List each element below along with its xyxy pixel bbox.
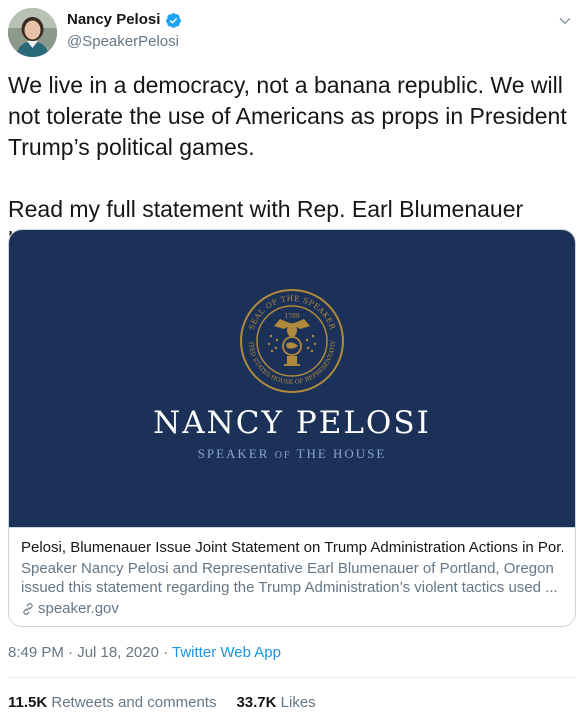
- avatar[interactable]: [8, 8, 57, 57]
- subtitle-part1: SPEAKER: [197, 446, 275, 461]
- chevron-down-icon[interactable]: [556, 12, 574, 30]
- display-name[interactable]: Nancy Pelosi: [67, 11, 160, 29]
- author-info: Nancy Pelosi @SpeakerPelosi: [67, 11, 182, 51]
- link-icon: [23, 602, 33, 615]
- tweet-date[interactable]: Jul 18, 2020: [77, 644, 159, 661]
- tweet: Nancy Pelosi @SpeakerPelosi We live in a…: [0, 0, 584, 719]
- source-app-link[interactable]: Twitter Web App: [172, 644, 281, 661]
- profile-photo-icon: [8, 8, 57, 57]
- meta-separator: ·: [63, 644, 78, 661]
- tweet-meta: 8:49 PM · Jul 18, 2020 · Twitter Web App: [8, 643, 281, 662]
- link-card[interactable]: SEAL OF THE SPEAKER UNITED STATES HOUSE …: [8, 229, 576, 627]
- verified-badge-icon: [166, 12, 182, 28]
- subtitle-part2: THE HOUSE: [291, 446, 387, 461]
- tweet-time[interactable]: 8:49 PM: [8, 644, 64, 661]
- speaker-seal-icon: SEAL OF THE SPEAKER UNITED STATES HOUSE …: [239, 288, 344, 393]
- retweets-count: 11.5K: [8, 694, 48, 711]
- meta-separator-2: ·: [158, 644, 173, 661]
- card-domain: speaker.gov: [21, 599, 563, 618]
- divider: [8, 677, 576, 678]
- subtitle-of: OF: [274, 450, 292, 461]
- card-image-name: NANCY PELOSI: [153, 405, 431, 441]
- card-image: SEAL OF THE SPEAKER UNITED STATES HOUSE …: [9, 230, 575, 527]
- likes-count: 33.7K: [236, 694, 277, 711]
- retweets-stat[interactable]: 11.5K Retweets and comments: [8, 693, 216, 712]
- card-description: Speaker Nancy Pelosi and Representative …: [21, 560, 558, 596]
- card-body: Pelosi, Blumenauer Issue Joint Statement…: [9, 527, 575, 626]
- card-image-subtitle: SPEAKER OF THE HOUSE: [9, 446, 575, 462]
- handle[interactable]: @SpeakerPelosi: [67, 32, 182, 51]
- likes-stat[interactable]: 33.7K Likes: [236, 693, 315, 712]
- tweet-header: Nancy Pelosi @SpeakerPelosi: [8, 8, 576, 58]
- retweets-label: Retweets and comments: [51, 694, 217, 711]
- card-headline: Pelosi, Blumenauer Issue Joint Statement…: [21, 539, 563, 556]
- tweet-stats: 11.5K Retweets and comments 33.7K Likes: [8, 693, 316, 712]
- card-domain-text: speaker.gov: [38, 600, 119, 617]
- likes-label: Likes: [280, 694, 316, 711]
- seal-year: 1789: [284, 313, 299, 320]
